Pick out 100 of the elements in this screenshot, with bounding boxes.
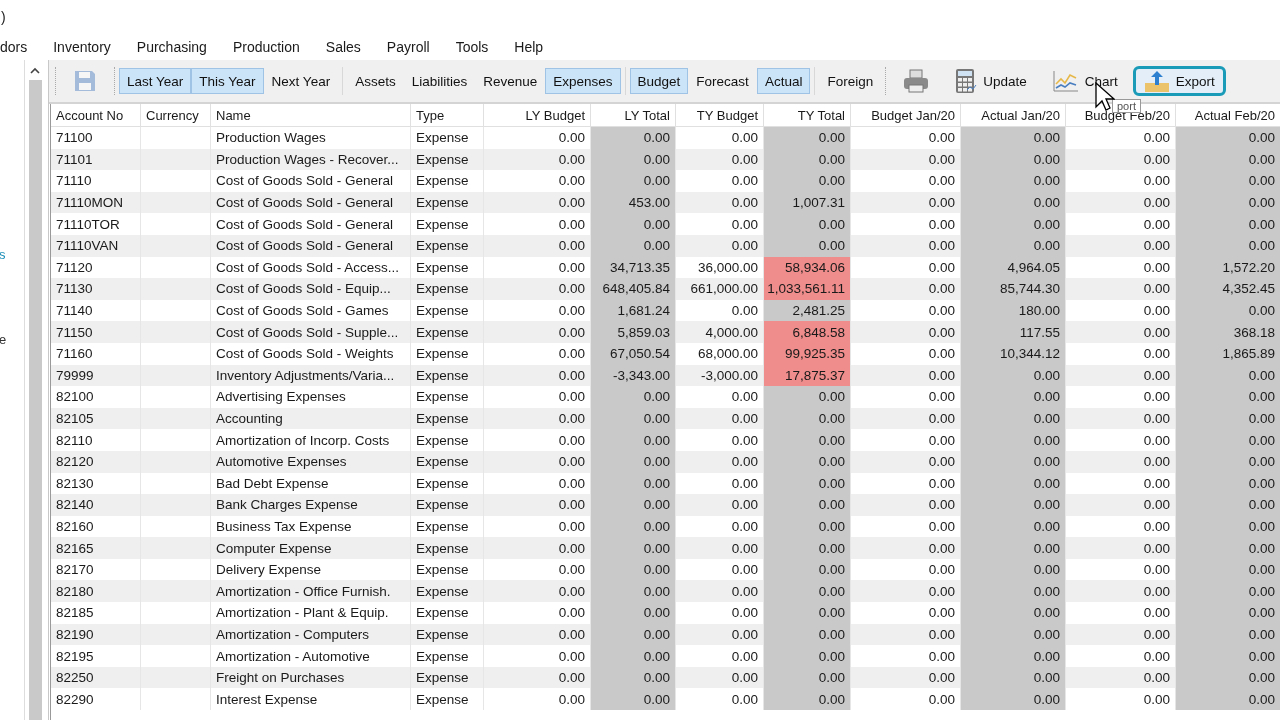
column-header[interactable]: LY Budget [484,104,591,126]
table-cell: 0.00 [764,234,851,257]
filter-toggle[interactable]: Budget [629,68,689,94]
column-header[interactable]: TY Total [764,104,851,126]
table-cell: 0.00 [764,494,851,516]
table-cell: 180.00 [961,299,1066,322]
table-cell: 82120 [51,450,141,473]
table-cell: 0.00 [1176,299,1280,322]
table-cell: 0.00 [961,191,1066,214]
table-cell: Expense [411,537,484,559]
table-cell: 0.00 [1176,213,1280,235]
table-cell: Expense [411,602,484,624]
table-cell: 0.00 [764,688,851,711]
column-header[interactable]: Actual Feb/20 [1176,104,1280,126]
menu-item[interactable]: Sales [312,39,374,55]
filter-toggle[interactable]: Forecast [688,68,757,94]
table-cell: Expense [411,386,484,408]
table-cell: 0.00 [961,407,1066,430]
filter-toggle[interactable]: Assets [347,68,404,94]
table-cell: 0.00 [591,602,676,624]
table-cell: 0.00 [961,623,1066,646]
export-button[interactable]: Export [1132,66,1226,96]
table-cell: Cost of Goods Sold - General [211,170,411,192]
column-header[interactable]: Type [411,104,484,126]
table-cell: 0.00 [764,515,851,538]
table-cell: 82110 [51,429,141,451]
upload-icon [1143,69,1170,93]
table-cell: 0.00 [764,213,851,235]
table-cell: 0.00 [1176,429,1280,451]
filter-toggle[interactable]: Revenue [475,68,546,94]
table-cell: 17,875.37 [764,364,851,387]
table-cell: 0.00 [1176,386,1280,408]
table-cell: 0.00 [591,170,676,192]
filter-toggle[interactable]: Last Year [119,68,192,94]
table-cell: Expense [411,494,484,516]
table-cell: Amortization - Plant & Equip. [211,602,411,624]
filter-toggle[interactable]: Foreign [819,68,882,94]
table-cell: 0.00 [1176,407,1280,430]
filter-toggle[interactable]: Liabilities [403,68,476,94]
table-cell: 0.00 [1176,602,1280,624]
table-cell: Expense [411,450,484,473]
column-header[interactable]: TY Budget [676,104,764,126]
table-cell: 0.00 [1176,191,1280,214]
table-cell: 648,405.84 [591,278,676,300]
table-cell: 85,744.30 [961,278,1066,300]
table-cell: 82290 [51,688,141,711]
filter-toggle[interactable]: Expenses [545,68,621,94]
column-header[interactable]: Name [211,104,411,126]
table-cell: 99,925.35 [764,342,851,365]
filter-toggle[interactable]: This Year [191,68,264,94]
table-cell: 2,481.25 [764,299,851,322]
menu-item[interactable]: dors [0,39,41,55]
table-cell: 0.00 [1176,234,1280,257]
column-header[interactable]: Account No [51,104,141,126]
save-icon [73,69,97,93]
table-cell: Computer Expense [211,537,411,559]
scroll-up-icon[interactable] [29,66,41,76]
filter-toggle[interactable]: Next Year [263,68,339,94]
table-cell: 5,859.03 [591,321,676,343]
table-cell: 0.00 [591,429,676,451]
scrollbar-thumb[interactable] [28,80,42,720]
table-cell: 0.00 [1176,364,1280,387]
table-cell: 0.00 [961,234,1066,257]
table-cell: 82140 [51,494,141,516]
table-cell: 0.00 [1176,170,1280,192]
table-cell: 0.00 [961,364,1066,387]
menu-item[interactable]: Payroll [373,39,443,55]
tooltip: port [1112,99,1141,113]
update-button[interactable]: Update [944,66,1038,96]
chart-button[interactable]: Chart [1041,66,1129,96]
table-cell: 1,681.24 [591,299,676,322]
table-cell: 71110VAN [51,234,141,257]
sidebar-link[interactable]: s [0,247,22,262]
menu-item[interactable]: Inventory [40,39,124,55]
table-cell: 0.00 [764,580,851,603]
column-header[interactable]: Currency [141,104,211,126]
table-cell: 0.00 [961,450,1066,473]
table-cell: 0.00 [764,645,851,667]
menu-item[interactable]: Tools [442,39,502,55]
table-cell: Amortization - Automotive [211,645,411,667]
table-cell: 0.00 [961,127,1066,149]
filter-toggle[interactable]: Actual [756,68,811,94]
table-cell: 0.00 [591,148,676,171]
column-header[interactable]: LY Total [591,104,676,126]
table-cell: 0.00 [591,386,676,408]
column-header[interactable]: Actual Jan/20 [961,104,1066,126]
table-cell: 0.00 [1176,472,1280,495]
table-cell: 82100 [51,386,141,408]
table-cell: Expense [411,213,484,235]
menu-item[interactable]: Production [219,39,313,55]
table-cell: 0.00 [961,213,1066,235]
table-cell: Cost of Goods Sold - Weights [211,342,411,365]
table-cell: 0.00 [764,429,851,451]
menu-item[interactable]: Purchasing [123,39,220,55]
column-header[interactable]: Budget Jan/20 [851,104,961,126]
menu-item[interactable]: Help [501,39,557,55]
table-cell: 71110 [51,170,141,192]
table-cell: 0.00 [1176,148,1280,171]
table-cell: Bank Charges Expense [211,494,411,516]
table-cell: Cost of Goods Sold - Supple... [211,321,411,343]
